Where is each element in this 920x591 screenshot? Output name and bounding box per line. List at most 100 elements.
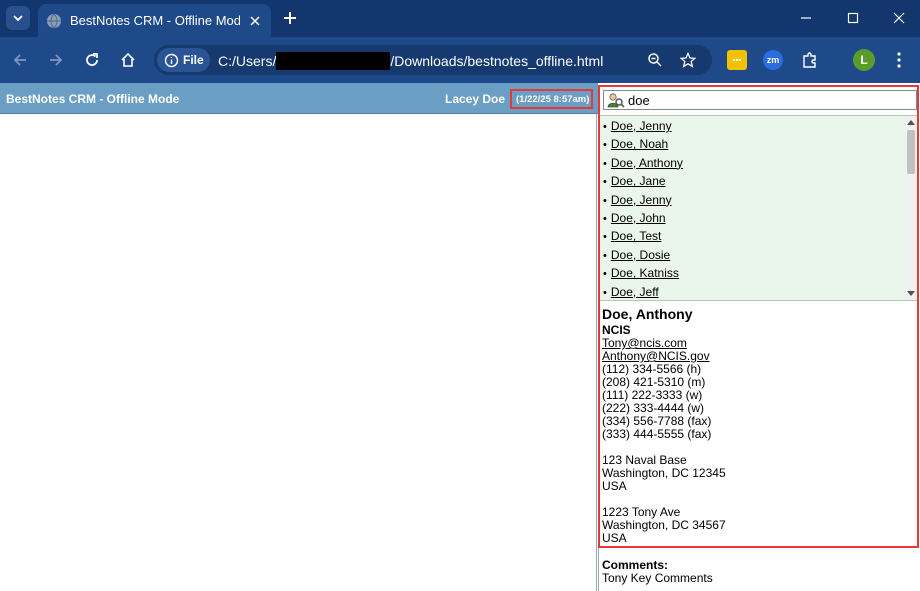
address-line: USA: [602, 531, 627, 545]
result-item: • Doe, John: [603, 211, 683, 229]
address-bar[interactable]: File C:/Users/ /Downloads/bestnotes_offli…: [154, 45, 712, 75]
search-results-list: • Doe, Jenny • Doe, Noah • Doe, Anthony • Doe, …: [600, 115, 917, 301]
contact-search-icon: [607, 93, 625, 108]
minimize-button[interactable]: [794, 6, 818, 30]
close-window-button[interactable]: [887, 6, 911, 30]
bullet-icon: •: [603, 139, 607, 152]
contact-name: Doe, Anthony: [602, 306, 693, 322]
scroll-up-arrow-icon[interactable]: [905, 116, 917, 128]
result-item: • Doe, Jenny: [603, 119, 683, 137]
info-icon: [164, 53, 179, 68]
url-prefix: C:/Users/: [218, 53, 277, 69]
result-link[interactable]: Doe, Jenny: [611, 193, 672, 207]
scroll-thumb[interactable]: [907, 130, 915, 174]
result-item: • Doe, Jeff: [603, 285, 683, 300]
zoom-extension-label: zm: [766, 55, 780, 65]
result-link[interactable]: Doe, Katniss: [611, 266, 679, 280]
browser-tab-bar: BestNotes CRM - Offline Mode: [0, 0, 920, 37]
result-link[interactable]: Doe, Dosie: [611, 248, 670, 262]
timestamp: (1/22/25 8:57am): [516, 94, 590, 105]
bullet-icon: •: [603, 286, 607, 299]
zoom-icon[interactable]: [646, 51, 664, 69]
result-link[interactable]: Doe, Anthony: [611, 156, 683, 170]
results-scrollbar[interactable]: [905, 116, 917, 300]
site-info-chip[interactable]: File: [157, 48, 210, 72]
kebab-menu-icon[interactable]: [889, 50, 909, 70]
globe-icon: [46, 13, 62, 29]
search-input[interactable]: [628, 92, 908, 108]
bullet-icon: •: [603, 157, 607, 170]
result-link[interactable]: Doe, Jenny: [611, 119, 672, 133]
result-item: • Doe, Test: [603, 229, 683, 247]
zoom-extension-icon[interactable]: zm: [763, 50, 783, 70]
tab-title: BestNotes CRM - Offline Mode: [70, 13, 240, 28]
bullet-icon: •: [603, 249, 607, 262]
result-item: • Doe, Noah: [603, 137, 683, 155]
result-item: • Doe, Jenny: [603, 193, 683, 211]
chevron-down-icon: [13, 15, 23, 22]
contact-comments: Comments: Tony Key Comments: [602, 558, 918, 585]
timestamp-highlight: (1/22/25 8:57am): [510, 89, 593, 109]
browser-toolbar: File C:/Users/ /Downloads/bestnotes_offli…: [0, 37, 920, 83]
result-list: • Doe, Jenny • Doe, Noah • Doe, Anthony • Doe, …: [603, 119, 683, 300]
search-row: [600, 87, 917, 114]
page-content: BestNotes CRM - Offline Mode Lacey Doe (…: [0, 83, 920, 591]
redacted-block: [276, 52, 391, 70]
bullet-icon: •: [603, 212, 607, 225]
back-button[interactable]: [9, 49, 31, 71]
maximize-button[interactable]: [841, 6, 865, 30]
extension-yellow-icon[interactable]: [727, 50, 747, 70]
result-link[interactable]: Doe, Noah: [611, 137, 668, 151]
search-box[interactable]: [603, 90, 917, 110]
result-item: • Doe, Anthony: [603, 156, 683, 174]
result-item: • Doe, Dosie: [603, 248, 683, 266]
contact-company: NCIS: [602, 323, 631, 337]
site-chip-label: File: [183, 53, 204, 67]
home-button[interactable]: [117, 49, 139, 71]
reload-button[interactable]: [81, 49, 103, 71]
minimize-icon: [801, 17, 811, 19]
address-line: USA: [602, 479, 627, 493]
app-title: BestNotes CRM - Offline Mode: [6, 92, 180, 106]
bookmark-star-icon[interactable]: [679, 51, 697, 69]
comments-label: Comments:: [602, 558, 669, 572]
address-line: Washington, DC 12345: [602, 466, 726, 480]
profile-initial: L: [860, 53, 868, 67]
contact-search-panel: • Doe, Jenny • Doe, Noah • Doe, Anthony • Doe, …: [598, 85, 919, 548]
reload-icon: [86, 53, 98, 66]
home-icon: [121, 52, 135, 67]
result-link[interactable]: Doe, Jeff: [611, 285, 659, 299]
result-link[interactable]: Doe, Test: [611, 229, 661, 243]
profile-avatar[interactable]: L: [853, 49, 875, 71]
url-text[interactable]: C:/Users/ /Downloads/bestnotes_offline.ht…: [218, 52, 603, 70]
scroll-down-arrow-icon[interactable]: [905, 288, 917, 300]
bullet-icon: •: [603, 121, 607, 133]
bullet-icon: •: [603, 176, 607, 189]
address-line: Washington, DC 34567: [602, 518, 726, 532]
result-link[interactable]: Doe, John: [611, 211, 666, 225]
browser-tab[interactable]: BestNotes CRM - Offline Mode: [38, 4, 271, 37]
main-content-area: [0, 114, 597, 591]
comments-text: Tony Key Comments: [602, 571, 713, 585]
plus-icon: [284, 12, 296, 24]
result-link[interactable]: Doe, Jane: [611, 174, 666, 188]
arrow-right-icon: [50, 54, 63, 66]
panel-divider: [598, 548, 599, 591]
bullet-icon: •: [603, 268, 607, 281]
result-item: • Doe, Katniss: [603, 266, 683, 284]
close-tab-icon[interactable]: [247, 13, 263, 29]
contact-details: Doe, Anthony NCIS Tony@ncis.com Anthony@…: [602, 305, 915, 545]
puzzle-icon[interactable]: [800, 50, 820, 70]
bullet-icon: •: [603, 231, 607, 244]
bullet-icon: •: [603, 194, 607, 207]
url-suffix: /Downloads/bestnotes_offline.html: [390, 53, 604, 69]
result-item: • Doe, Jane: [603, 174, 683, 192]
app-header: BestNotes CRM - Offline Mode Lacey Doe (…: [0, 83, 598, 114]
contact-phone: (333) 444-5555 (fax): [602, 427, 712, 441]
arrow-left-icon: [13, 54, 26, 66]
close-icon: [893, 12, 905, 24]
new-tab-button[interactable]: [280, 8, 300, 28]
maximize-icon: [847, 12, 859, 24]
forward-button[interactable]: [45, 49, 67, 71]
tab-search-button[interactable]: [6, 6, 30, 30]
